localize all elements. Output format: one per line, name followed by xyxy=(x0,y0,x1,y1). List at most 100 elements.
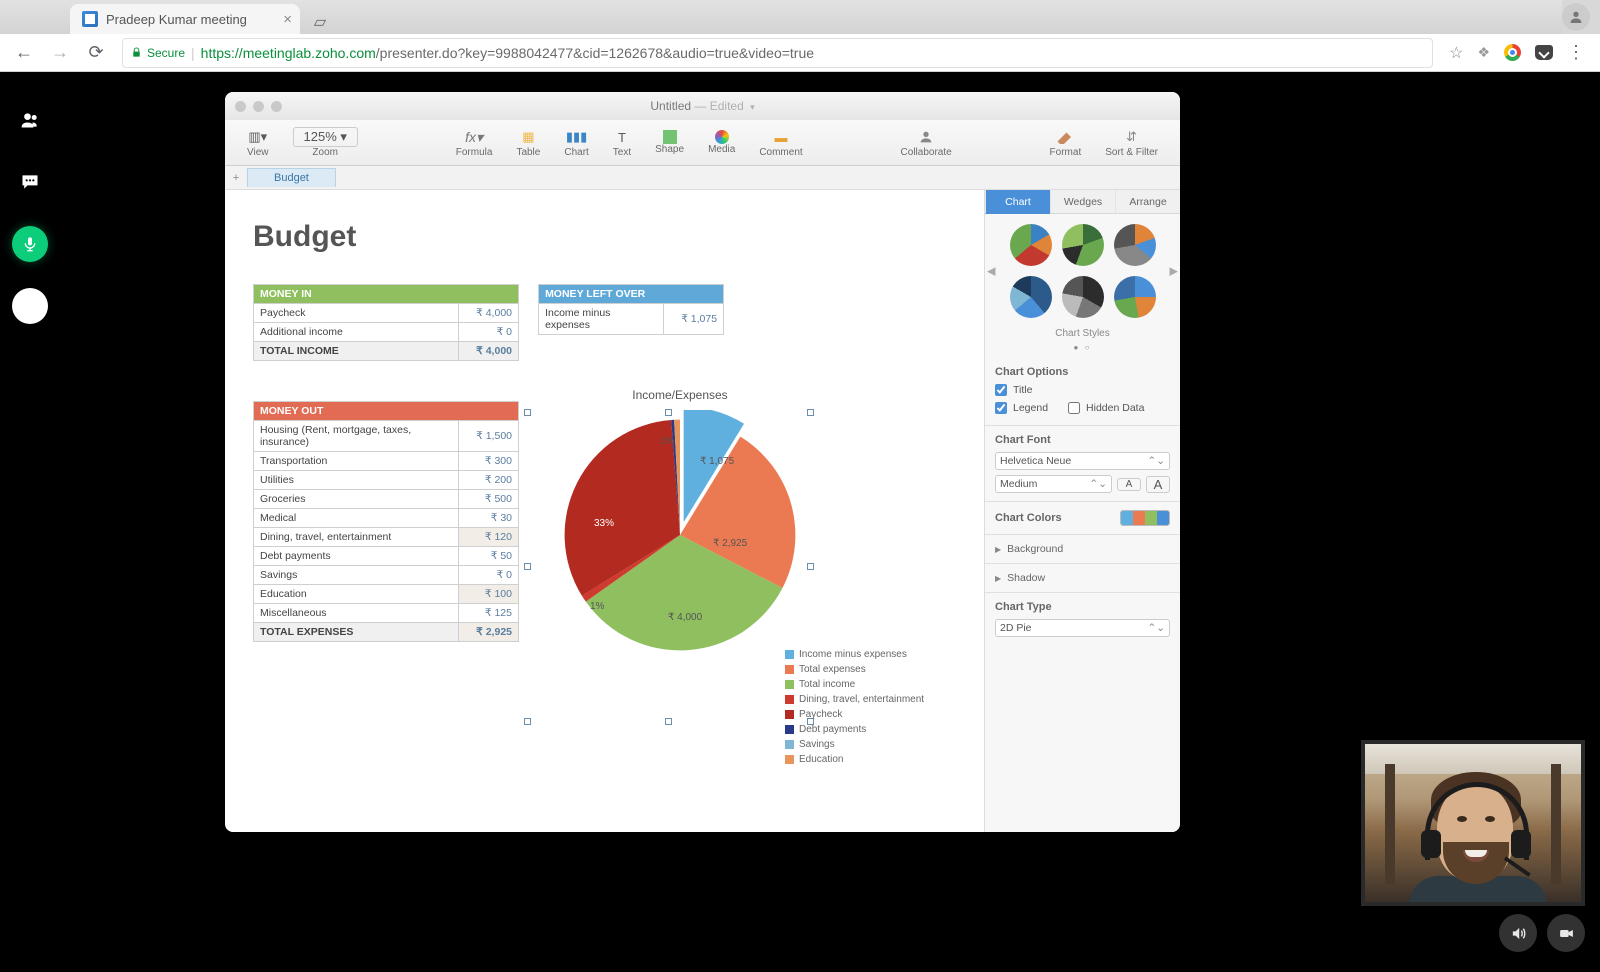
chart-colors-well[interactable] xyxy=(1120,510,1170,526)
chart-style-swatch[interactable] xyxy=(1010,224,1052,266)
sheet-tabs: + Budget xyxy=(225,166,1180,190)
secure-badge: Secure xyxy=(131,46,185,60)
legend-item: Total income xyxy=(785,677,924,692)
browser-tab[interactable]: Pradeep Kumar meeting × xyxy=(70,4,300,34)
toolbar-format[interactable]: Format xyxy=(1038,127,1094,158)
option-hidden-checkbox[interactable]: Hidden Data xyxy=(1068,402,1144,414)
browser-menu-icon[interactable]: ⋮ xyxy=(1567,42,1586,63)
chrome-icon[interactable] xyxy=(1504,44,1521,61)
sheet-tab-budget[interactable]: Budget xyxy=(247,168,336,187)
table-money-left[interactable]: MONEY LEFT OVER Income minus expenses₹ 1… xyxy=(538,284,724,335)
table-row[interactable]: Utilities₹ 200 xyxy=(254,471,519,490)
toolbar-formula[interactable]: fx▾Formula xyxy=(444,127,505,158)
tab-title: Pradeep Kumar meeting xyxy=(106,12,247,27)
table-row[interactable]: Savings₹ 0 xyxy=(254,566,519,585)
styles-pager[interactable]: ● ○ xyxy=(985,343,1180,352)
toolbar-chart[interactable]: ▮▮▮Chart xyxy=(552,127,600,158)
window-titlebar: Untitled — Edited ▾ xyxy=(225,92,1180,120)
table-row[interactable]: Debt payments₹ 50 xyxy=(254,547,519,566)
font-weight-select[interactable]: Medium⌃⌄ xyxy=(995,475,1112,493)
table-row[interactable]: Miscellaneous₹ 125 xyxy=(254,604,519,623)
option-legend-checkbox[interactable]: Legend xyxy=(995,402,1048,414)
back-icon[interactable]: ← xyxy=(14,42,34,63)
camera-button[interactable] xyxy=(1547,914,1585,952)
address-bar[interactable]: Secure | https://meetinglab.zoho.com/pre… xyxy=(122,38,1433,68)
toolbar-table[interactable]: ▦Table xyxy=(504,127,552,158)
table-money-in[interactable]: MONEY IN Paycheck₹ 4,000Additional incom… xyxy=(253,284,519,361)
add-sheet-button[interactable]: + xyxy=(225,172,247,184)
chart-type-select[interactable]: 2D Pie⌃⌄ xyxy=(995,619,1170,637)
meeting-sidebar xyxy=(0,72,60,972)
inspector-tab-chart[interactable]: Chart xyxy=(985,190,1050,214)
chat-button[interactable] xyxy=(12,164,48,200)
legend-item: Total expenses xyxy=(785,662,924,677)
page-title: Budget xyxy=(253,220,966,254)
toolbar-sort[interactable]: ⇵Sort & Filter xyxy=(1093,127,1170,158)
toolbar-view[interactable]: ▥▾ View xyxy=(235,127,281,158)
url-path: /presenter.do?key=9988042477&cid=1262678… xyxy=(376,45,814,61)
table-row[interactable]: Housing (Rent, mortgage, taxes, insuranc… xyxy=(254,421,519,452)
font-family-select[interactable]: Helvetica Neue⌃⌄ xyxy=(995,452,1170,470)
table-row[interactable]: Dining, travel, entertainment₹ 120 xyxy=(254,528,519,547)
font-smaller-button[interactable]: A xyxy=(1117,478,1141,491)
table-row[interactable]: Additional income₹ 0 xyxy=(254,323,519,342)
chart-legend: Income minus expensesTotal expensesTotal… xyxy=(785,647,924,767)
table-row[interactable]: Income minus expenses₹ 1,075 xyxy=(539,304,724,335)
forward-icon[interactable]: → xyxy=(50,42,70,63)
toolbar-text[interactable]: TText xyxy=(601,127,643,158)
chart-style-swatch[interactable] xyxy=(1010,276,1052,318)
new-tab-button[interactable]: ▱ xyxy=(308,10,332,34)
presenter-video[interactable] xyxy=(1361,740,1585,906)
option-title-checkbox[interactable]: Title xyxy=(995,384,1170,396)
numbers-window: Untitled — Edited ▾ ▥▾ View 125% ▾ Zoom … xyxy=(225,92,1180,832)
app-minimize-icon[interactable] xyxy=(253,101,264,112)
record-button[interactable] xyxy=(12,288,48,324)
table-row[interactable]: Medical₹ 30 xyxy=(254,509,519,528)
chart-style-swatch[interactable] xyxy=(1062,276,1104,318)
legend-item: Paycheck xyxy=(785,707,924,722)
table-money-out[interactable]: MONEY OUT Housing (Rent, mortgage, taxes… xyxy=(253,401,519,642)
background-expander[interactable]: ▶Background xyxy=(995,543,1170,555)
browser-chrome: Pradeep Kumar meeting × ▱ ← → ⟳ Secure |… xyxy=(0,0,1600,72)
toolbar-zoom[interactable]: 125% ▾ Zoom xyxy=(281,127,370,158)
extension-icon[interactable]: ❖ xyxy=(1477,44,1490,61)
presentation-stage: Untitled — Edited ▾ ▥▾ View 125% ▾ Zoom … xyxy=(60,72,1600,972)
app-close-icon[interactable] xyxy=(235,101,246,112)
title-menu-icon[interactable]: ▾ xyxy=(750,102,755,112)
reload-icon[interactable]: ⟳ xyxy=(86,42,106,63)
shadow-expander[interactable]: ▶Shadow xyxy=(995,572,1170,584)
speaker-button[interactable] xyxy=(1499,914,1537,952)
close-tab-icon[interactable]: × xyxy=(283,11,292,28)
chart-income-expenses[interactable]: Income/Expenses ₹ 1,075 ₹ 2,925 ₹ 4,000 … xyxy=(530,388,830,660)
legend-item: Income minus expenses xyxy=(785,647,924,662)
video-thumbnail xyxy=(1361,740,1585,952)
legend-item: Dining, travel, entertainment xyxy=(785,692,924,707)
inspector-tab-wedges[interactable]: Wedges xyxy=(1050,190,1115,214)
table-row[interactable]: Transportation₹ 300 xyxy=(254,452,519,471)
inspector-tab-arrange[interactable]: Arrange xyxy=(1115,190,1180,214)
chart-style-swatch[interactable] xyxy=(1114,276,1156,318)
styles-next-icon[interactable]: ▶ xyxy=(1170,265,1178,278)
url-origin: https://meetinglab.zoho.com xyxy=(201,45,376,61)
toolbar: ▥▾ View 125% ▾ Zoom fx▾Formula ▦Table ▮▮… xyxy=(225,120,1180,166)
bookmark-icon[interactable]: ☆ xyxy=(1449,43,1463,63)
toolbar-comment[interactable]: ▬Comment xyxy=(747,127,814,158)
profile-icon[interactable] xyxy=(1562,3,1590,31)
chart-style-swatch[interactable] xyxy=(1062,224,1104,266)
lock-icon xyxy=(131,46,142,59)
microphone-button[interactable] xyxy=(12,226,48,262)
table-row[interactable]: Groceries₹ 500 xyxy=(254,490,519,509)
toolbar-collaborate[interactable]: Collaborate xyxy=(889,127,964,158)
app-zoom-icon[interactable] xyxy=(271,101,282,112)
font-larger-button[interactable]: A xyxy=(1146,476,1170,493)
toolbar-shape[interactable]: Shape xyxy=(643,130,696,155)
legend-item: Education xyxy=(785,752,924,767)
participants-button[interactable] xyxy=(12,102,48,138)
table-row[interactable]: Paycheck₹ 4,000 xyxy=(254,304,519,323)
legend-item: Debt payments xyxy=(785,722,924,737)
styles-prev-icon[interactable]: ◀ xyxy=(987,265,995,278)
pocket-icon[interactable] xyxy=(1535,45,1553,60)
chart-style-swatch[interactable] xyxy=(1114,224,1156,266)
table-row[interactable]: Education₹ 100 xyxy=(254,585,519,604)
toolbar-media[interactable]: Media xyxy=(696,130,747,155)
